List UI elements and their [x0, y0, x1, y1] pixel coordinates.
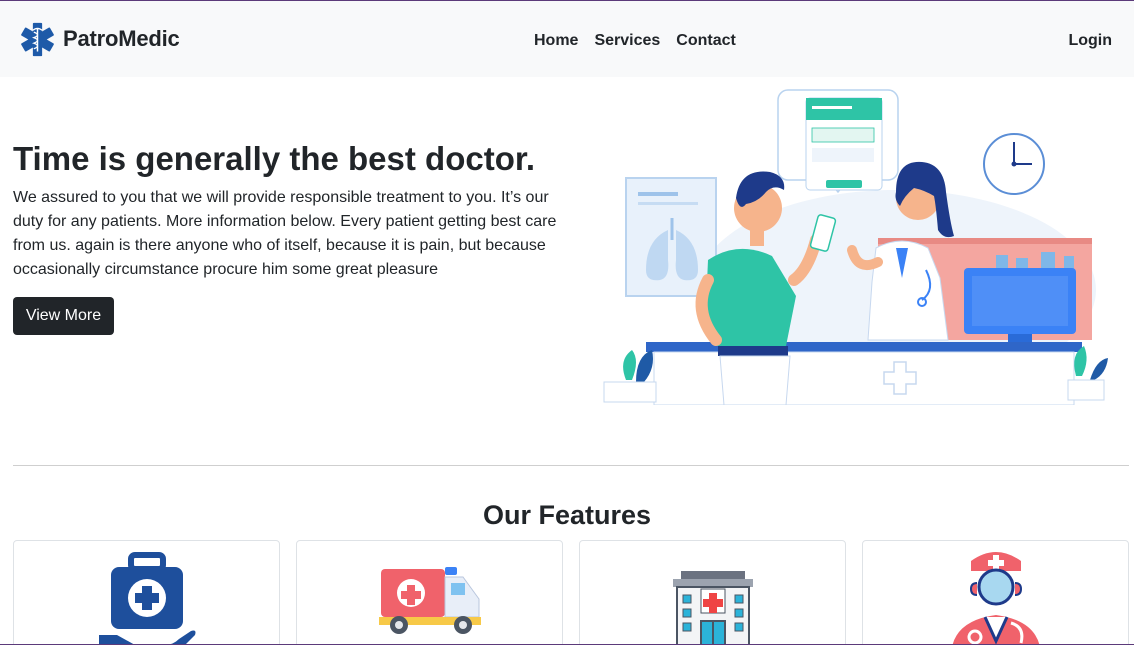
- nav-home-link[interactable]: Home: [526, 28, 586, 54]
- medical-kit-hand-icon: [98, 552, 195, 645]
- feature-card-doctor[interactable]: [862, 540, 1129, 645]
- hospital-building-icon: [672, 571, 753, 645]
- section-divider: [13, 465, 1129, 466]
- star-of-life-icon: [21, 22, 54, 56]
- login-link[interactable]: Login: [1060, 28, 1120, 54]
- nav-services-link[interactable]: Services: [586, 28, 668, 54]
- hero-description: We assured to you that we will provide r…: [13, 189, 557, 278]
- brand-link[interactable]: PatroMedic: [19, 20, 180, 58]
- nav-links: Home Services Contact: [526, 28, 744, 54]
- nav-contact-link[interactable]: Contact: [668, 28, 744, 54]
- navbar: PatroMedic Home Services Contact Login: [0, 1, 1134, 77]
- feature-card-medical-kit[interactable]: [13, 540, 280, 645]
- doctor-patient-consultation-illustration: [603, 89, 1108, 405]
- view-more-button[interactable]: View More: [13, 297, 114, 335]
- ambulance-icon: [378, 567, 481, 634]
- hero-title: Time is generally the best doctor.: [13, 140, 536, 177]
- feature-card-hospital[interactable]: [579, 540, 846, 645]
- feature-card-ambulance[interactable]: [296, 540, 563, 645]
- brand-name: PatroMedic: [63, 26, 180, 51]
- features-title: Our Features: [482, 500, 652, 530]
- doctor-icon: [952, 552, 1039, 645]
